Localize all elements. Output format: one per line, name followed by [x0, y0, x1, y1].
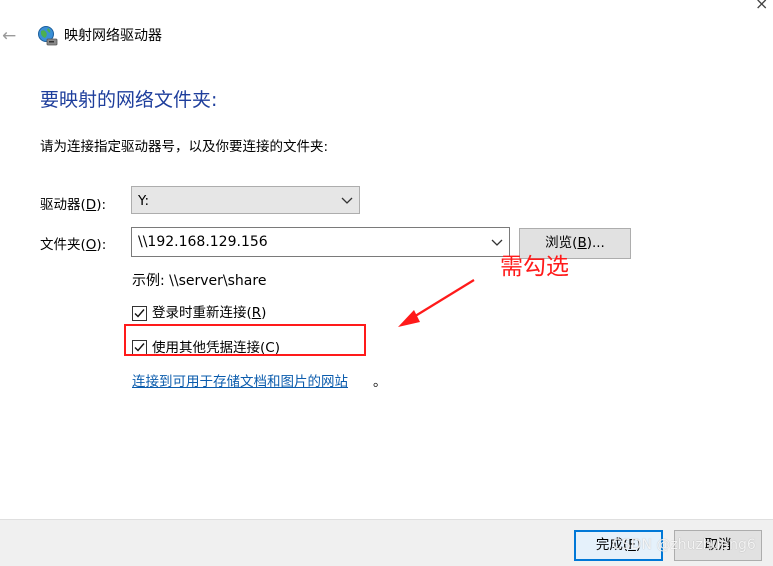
folder-label: 文件夹(O):	[40, 237, 107, 253]
drive-select[interactable]: Y:	[131, 186, 360, 214]
close-icon[interactable]: ×	[755, 0, 768, 13]
website-link[interactable]: 连接到可用于存储文档和图片的网站	[132, 373, 348, 391]
window-title: 映射网络驱动器	[64, 28, 162, 44]
drive-select-value: Y:	[138, 193, 150, 209]
watermark: CSDN @zhuzhuang6	[612, 537, 756, 553]
instruction-text: 请为连接指定驱动器号，以及你要连接的文件夹:	[40, 139, 329, 155]
page-heading: 要映射的网络文件夹:	[40, 89, 218, 111]
annotation-arrow-icon	[398, 279, 475, 327]
link-trailing-period: 。	[373, 374, 387, 390]
checkmark-icon	[134, 309, 145, 318]
annotation-highlight-box	[124, 324, 366, 356]
reconnect-label[interactable]: 登录时重新连接(R)	[152, 304, 266, 322]
reconnect-checkbox[interactable]	[132, 306, 147, 321]
chevron-down-icon	[341, 192, 353, 206]
drive-label: 驱动器(D):	[40, 197, 107, 213]
folder-combobox[interactable]: \\192.168.129.156	[131, 227, 510, 257]
chevron-down-icon[interactable]	[491, 234, 503, 248]
annotation-note: 需勾选	[500, 254, 569, 280]
back-arrow-icon[interactable]: ←	[2, 26, 20, 46]
network-drive-icon	[37, 25, 59, 47]
folder-input[interactable]: \\192.168.129.156	[138, 233, 268, 251]
example-text: 示例: \\server\share	[132, 273, 267, 289]
